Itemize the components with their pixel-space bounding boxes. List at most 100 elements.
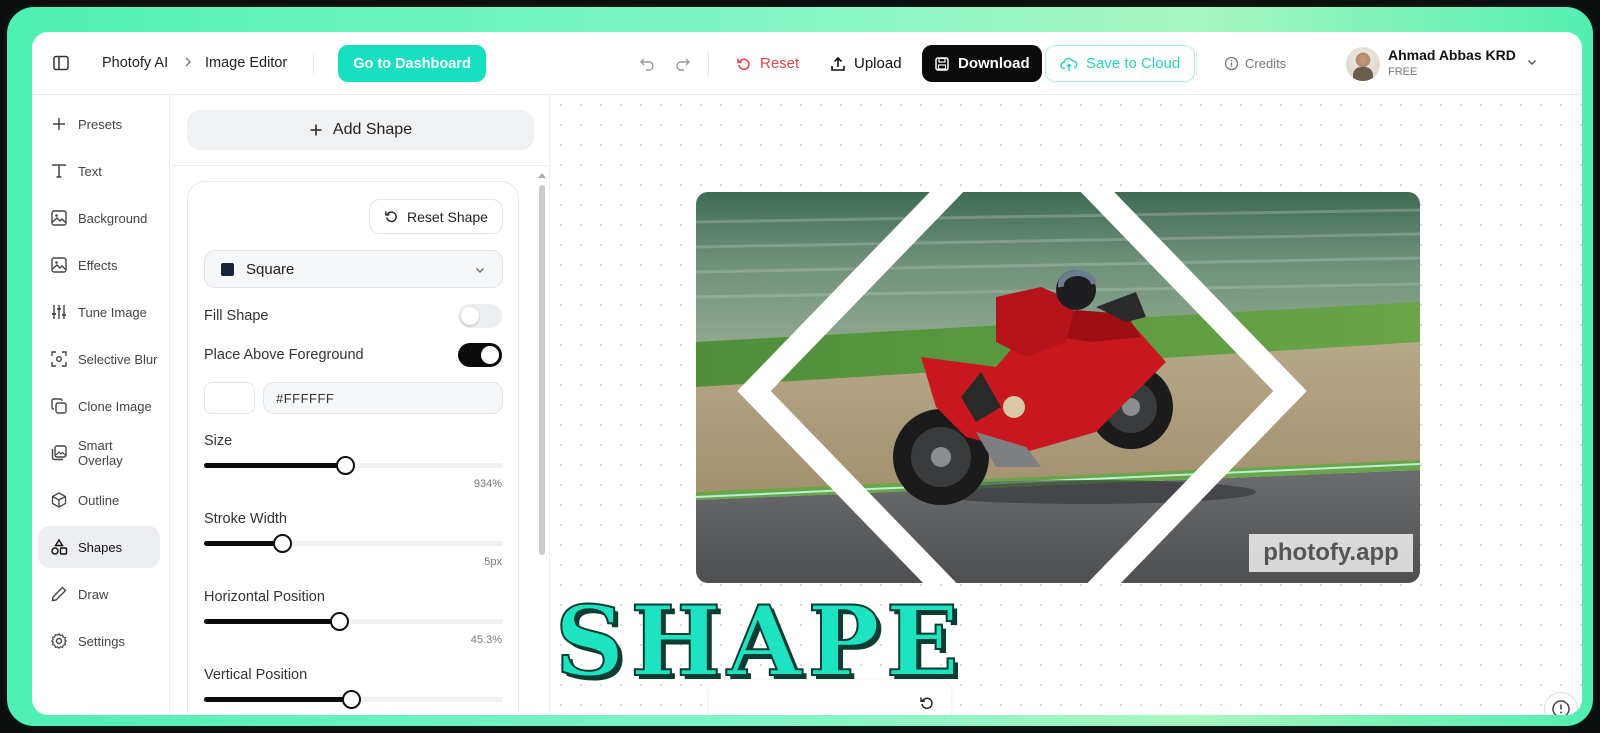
sidebar-item-text[interactable]: Text [38, 150, 160, 192]
size-label: Size [204, 433, 233, 449]
sidebar-item-label: Clone Image [78, 398, 152, 414]
horizontal-position-slider[interactable] [204, 611, 503, 631]
scroll-up-icon [538, 173, 546, 178]
upload-button[interactable]: Upload [830, 45, 902, 82]
pencil-icon [51, 586, 67, 602]
avatar [1346, 47, 1380, 81]
sidebar-item-clone-image[interactable]: Clone Image [38, 385, 160, 427]
slider-thumb[interactable] [330, 612, 350, 631]
stroke-width-value: 5px [484, 556, 502, 568]
sidebar-item-label: Text [78, 163, 102, 179]
overlay-title: SHAPE [554, 585, 965, 698]
add-shape-label: Add Shape [332, 121, 413, 138]
help-button[interactable] [1544, 692, 1578, 715]
info-icon [1224, 56, 1239, 71]
upload-icon [831, 56, 845, 71]
scrollbar-thumb[interactable] [539, 185, 545, 555]
sidebar-item-draw[interactable]: Draw [38, 573, 160, 615]
divider [313, 52, 314, 76]
shape-type-select[interactable]: Square [204, 250, 503, 288]
stroke-width-slider[interactable] [204, 533, 503, 553]
slider-thumb[interactable] [335, 456, 355, 475]
sidebar-item-label: Settings [78, 633, 125, 649]
copy-icon [51, 398, 67, 414]
sidebar-item-shapes[interactable]: Shapes [38, 526, 160, 568]
shape-settings-panel: Add Shape Reset Shape Square Fill Shape … [171, 95, 550, 715]
slider-thumb[interactable] [341, 690, 361, 709]
color-swatch[interactable] [204, 382, 255, 414]
slider-thumb[interactable] [272, 534, 292, 553]
sidebar-item-selective-blur[interactable]: Selective Blur [38, 338, 160, 380]
user-menu[interactable]: Ahmad Abbas KRD FREE [1346, 46, 1542, 82]
divider [171, 165, 550, 166]
upload-label: Upload [854, 55, 902, 72]
sidebar-item-tune-image[interactable]: Tune Image [38, 291, 160, 333]
reset-view-icon[interactable] [919, 695, 935, 715]
size-value: 934% [473, 478, 502, 490]
vertical-position-slider[interactable] [204, 689, 503, 709]
reset-shape-label: Reset Shape [407, 208, 488, 225]
panel-scrollbar[interactable] [538, 169, 546, 629]
plus-icon [53, 118, 65, 130]
place-above-foreground-toggle[interactable] [458, 343, 502, 367]
stroke-width-label: Stroke Width [204, 511, 287, 527]
focus-icon [51, 351, 67, 367]
chevron-down-icon [1526, 55, 1538, 73]
breadcrumb-app[interactable]: Photofy AI [102, 55, 168, 71]
credits-button[interactable]: Credits [1224, 45, 1286, 82]
horizontal-position-value: 45.3% [470, 634, 502, 646]
alert-circle-icon [1552, 700, 1570, 715]
shape-type-value: Square [246, 260, 295, 278]
sidebar-item-outline[interactable]: Outline [38, 479, 160, 521]
sidebar-item-label: Presets [78, 116, 123, 132]
images-icon [51, 445, 67, 461]
shape-options-card: Reset Shape Square Fill Shape Place Abov… [187, 181, 519, 715]
save-to-cloud-label: Save to Cloud [1086, 55, 1181, 72]
sidebar-item-label: Draw [78, 586, 109, 602]
color-hex-input[interactable]: #FFFFFF [263, 382, 503, 414]
size-slider[interactable] [204, 455, 503, 475]
reset-shape-button[interactable]: Reset Shape [369, 199, 503, 234]
image-icon [51, 210, 67, 226]
sidebar-item-smart-overlay[interactable]: Smart Overlay [38, 432, 160, 474]
chevron-down-icon [476, 268, 484, 273]
reset-icon [385, 211, 397, 223]
download-label: Download [958, 55, 1030, 72]
motorcycle-photo [696, 192, 1420, 583]
reset-button[interactable]: Reset [736, 45, 799, 82]
sidebar-item-background[interactable]: Background [38, 197, 160, 239]
sidebar-item-effects[interactable]: Effects [38, 244, 160, 286]
sidebar-toggle-icon[interactable] [52, 54, 70, 72]
fill-shape-toggle[interactable] [458, 304, 502, 328]
breadcrumb-page: Image Editor [205, 55, 288, 71]
box-icon [51, 492, 67, 508]
undo-icon[interactable] [638, 54, 656, 77]
reset-label: Reset [760, 55, 800, 72]
save-to-cloud-button[interactable]: Save to Cloud [1045, 45, 1196, 82]
watermark: photofy.app [1249, 534, 1413, 572]
breadcrumb-chevron-icon [182, 54, 194, 75]
edited-photo[interactable]: photofy.app [696, 192, 1420, 583]
tool-sidebar: Presets Text Background Effects Tune Ima… [32, 95, 170, 715]
top-bar: Photofy AI Image Editor Go to Dashboard … [32, 32, 1582, 95]
sidebar-item-label: Shapes [78, 539, 123, 555]
sidebar-item-label: Outline [78, 492, 120, 508]
add-shape-button[interactable]: Add Shape [187, 110, 534, 150]
sidebar-item-label: Selective Blur [78, 351, 158, 367]
redo-icon[interactable] [674, 54, 692, 77]
place-above-foreground-label: Place Above Foreground [204, 347, 364, 363]
sidebar-item-label: Tune Image [78, 304, 147, 320]
cloud-upload-icon [1060, 57, 1078, 71]
square-icon [221, 262, 234, 276]
sidebar-item-label: Smart Overlay [78, 438, 123, 468]
download-button[interactable]: Download [922, 45, 1042, 82]
fill-shape-label: Fill Shape [204, 308, 269, 324]
sidebar-item-presets[interactable]: Presets [38, 103, 160, 145]
vertical-position-label: Vertical Position [204, 667, 308, 683]
user-name: Ahmad Abbas KRD [1388, 47, 1516, 63]
sidebar-item-settings[interactable]: Settings [38, 620, 160, 662]
sidebar-item-label: Effects [78, 257, 118, 273]
go-to-dashboard-button[interactable]: Go to Dashboard [338, 45, 486, 82]
credits-label: Credits [1245, 56, 1287, 71]
text-icon [52, 164, 66, 178]
